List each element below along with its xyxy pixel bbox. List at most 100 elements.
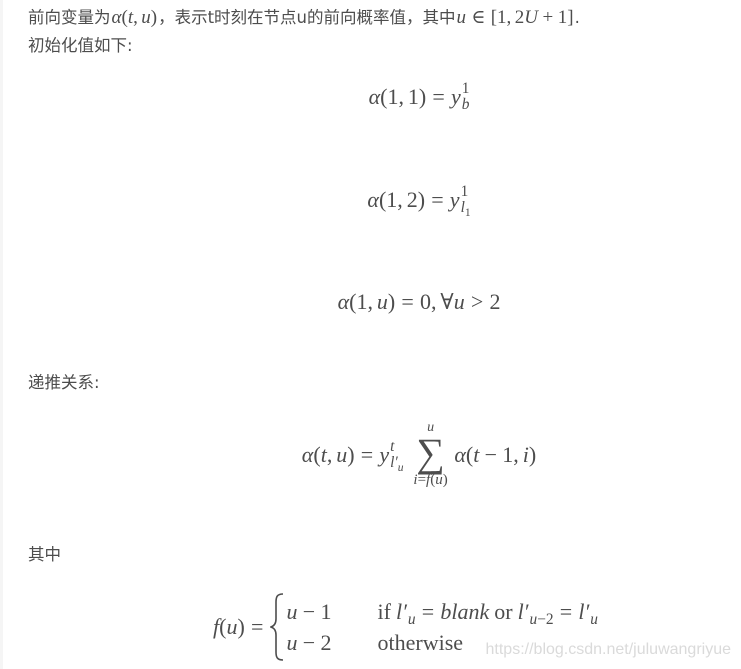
math-symbol: ( bbox=[219, 614, 227, 639]
equals-sign: = bbox=[431, 187, 444, 212]
subscript: u − 2 bbox=[530, 610, 554, 628]
u-range-math: u ∈ [ 1 , 2 U + 1 ] bbox=[457, 6, 574, 30]
math-symbol: ( bbox=[465, 442, 474, 467]
math-symbol: ) bbox=[237, 614, 245, 639]
summation: u ∑ i = f ( u ) bbox=[413, 421, 447, 489]
forward-variable-math: α ( t , u ) bbox=[112, 6, 158, 30]
math-symbol: ( bbox=[313, 442, 321, 467]
watermark: https://blog.csdn.net/juluwangriyue bbox=[485, 641, 731, 658]
case-1-condition: if l′ u = blank or l′ u − 2 = l′ u bbox=[377, 595, 598, 628]
math-symbol: u bbox=[226, 614, 238, 639]
math-symbol: ∈ bbox=[471, 7, 486, 28]
case-1-value: u − 1 bbox=[287, 599, 378, 625]
math-symbol: 2 bbox=[406, 187, 418, 212]
math-symbol: u bbox=[286, 598, 298, 624]
supsub: u bbox=[408, 595, 416, 627]
math-symbol: 1 bbox=[407, 84, 419, 109]
sum-lower-limit: i = f ( u ) bbox=[413, 471, 447, 489]
math-symbol: 1 bbox=[502, 442, 514, 467]
minus-sign: − bbox=[537, 610, 546, 628]
left-border-strip bbox=[0, 0, 3, 669]
minus-sign: − bbox=[302, 629, 316, 655]
math-symbol: 1 bbox=[557, 7, 568, 28]
math-symbol: U bbox=[524, 7, 538, 28]
intro-text-b: ，表示t时刻在节点u的前向概率值，其中 bbox=[158, 8, 456, 27]
math-symbol: , bbox=[430, 289, 437, 314]
intro-text-c: . bbox=[574, 8, 580, 27]
math-symbol: , bbox=[367, 289, 373, 314]
subscript: b bbox=[461, 96, 470, 113]
math-symbol: 1 bbox=[387, 84, 399, 109]
math-symbol: u bbox=[141, 7, 151, 28]
math-symbol: + bbox=[542, 7, 554, 28]
equals-sign: = bbox=[360, 442, 374, 467]
equals-sign: = bbox=[421, 598, 435, 624]
math-symbol: u bbox=[435, 472, 443, 488]
math-symbol: ] bbox=[567, 7, 574, 28]
init-equation-2: α ( 1 , 2 ) = y 1 l 1 bbox=[98, 183, 740, 219]
math-symbol: ( bbox=[378, 187, 387, 212]
math-symbol: , bbox=[326, 442, 333, 467]
subscript: u bbox=[590, 610, 598, 628]
subscript: l′ u bbox=[390, 454, 403, 474]
math-symbol: , bbox=[513, 442, 519, 467]
math-symbol: α bbox=[454, 442, 466, 467]
math-symbol: u bbox=[376, 289, 388, 314]
minus-sign: − bbox=[302, 598, 316, 624]
subscript: u bbox=[407, 610, 416, 628]
math-symbol: ) bbox=[528, 442, 537, 467]
case-2-value: u − 2 bbox=[287, 630, 378, 656]
math-symbol: ( bbox=[380, 84, 388, 109]
sub-subscript: 1 bbox=[464, 206, 471, 219]
math-symbol: ) bbox=[442, 472, 448, 488]
math-symbol: ) bbox=[150, 7, 158, 28]
math-symbol: ) bbox=[347, 442, 355, 467]
recursion-heading: 递推关系: bbox=[28, 373, 100, 392]
supsub: u bbox=[590, 595, 598, 627]
math-symbol: u bbox=[453, 289, 465, 314]
math-symbol: 1 bbox=[497, 7, 507, 28]
forall-symbol: ∀ bbox=[440, 289, 454, 314]
math-symbol: , bbox=[506, 7, 512, 28]
superscript: t bbox=[390, 437, 395, 455]
math-symbol: 2 bbox=[489, 289, 501, 314]
equals-sign: = bbox=[432, 84, 445, 109]
sigma-icon: ∑ bbox=[416, 430, 445, 475]
if-text: if bbox=[377, 598, 391, 624]
math-symbol: , bbox=[397, 187, 403, 212]
math-symbol: l′ bbox=[390, 454, 398, 471]
recursion-equation: α ( t , u ) = y t l′ u u ∑ i = f ( u ) α… bbox=[98, 418, 740, 492]
math-symbol: u bbox=[286, 629, 298, 655]
math-symbol: , bbox=[133, 7, 138, 28]
math-symbol: α bbox=[368, 84, 381, 109]
init-equation-3: α ( 1 , u ) = 0 , ∀ u > 2 bbox=[98, 285, 740, 319]
left-brace-icon bbox=[269, 593, 283, 661]
math-symbol: u bbox=[336, 442, 348, 467]
minus-sign: − bbox=[484, 442, 498, 467]
math-symbol: α bbox=[301, 442, 314, 467]
math-symbol: = bbox=[417, 472, 427, 488]
math-symbol: 1 bbox=[356, 289, 368, 314]
equals-sign: = bbox=[401, 289, 414, 314]
math-symbol: ) bbox=[417, 187, 426, 212]
math-symbol: 2 bbox=[545, 610, 554, 628]
math-symbol: 1 bbox=[320, 598, 332, 624]
math-symbol: α bbox=[111, 7, 122, 28]
intro-text-a: 前向变量为 bbox=[28, 8, 111, 27]
or-text: or bbox=[494, 598, 513, 624]
math-symbol: t bbox=[473, 442, 480, 467]
math-symbol: α bbox=[367, 187, 379, 212]
subscript: l 1 bbox=[461, 199, 471, 219]
greater-than-sign: > bbox=[470, 289, 484, 314]
superscript: 1 bbox=[461, 79, 470, 97]
math-symbol: 2 bbox=[514, 7, 525, 28]
math-symbol: l′ bbox=[395, 598, 407, 624]
math-symbol: 1 bbox=[386, 187, 398, 212]
intro-line-2: 初始化值如下: bbox=[28, 36, 133, 55]
math-symbol: y bbox=[379, 442, 390, 467]
intro-line-1: 前向变量为 α ( t , u ) ，表示t时刻在节点u的前向概率值，其中 u … bbox=[28, 6, 580, 30]
math-symbol: u bbox=[456, 7, 467, 28]
math-symbol: 2 bbox=[320, 629, 332, 655]
superscript-spacer bbox=[590, 595, 594, 611]
supsub: t l′ u bbox=[390, 437, 403, 474]
